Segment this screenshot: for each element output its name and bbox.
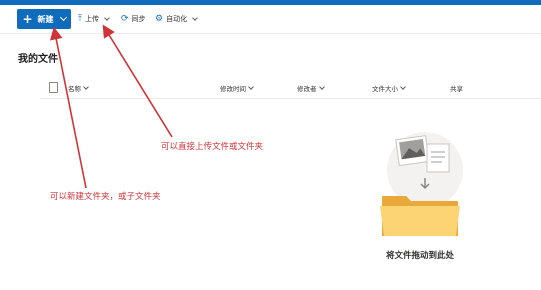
empty-folder-illustration (380, 132, 463, 236)
upload-arrow (102, 24, 173, 138)
empty-state-message: 将文件拖动到此处 (386, 251, 455, 261)
new-arrow (49, 26, 87, 189)
